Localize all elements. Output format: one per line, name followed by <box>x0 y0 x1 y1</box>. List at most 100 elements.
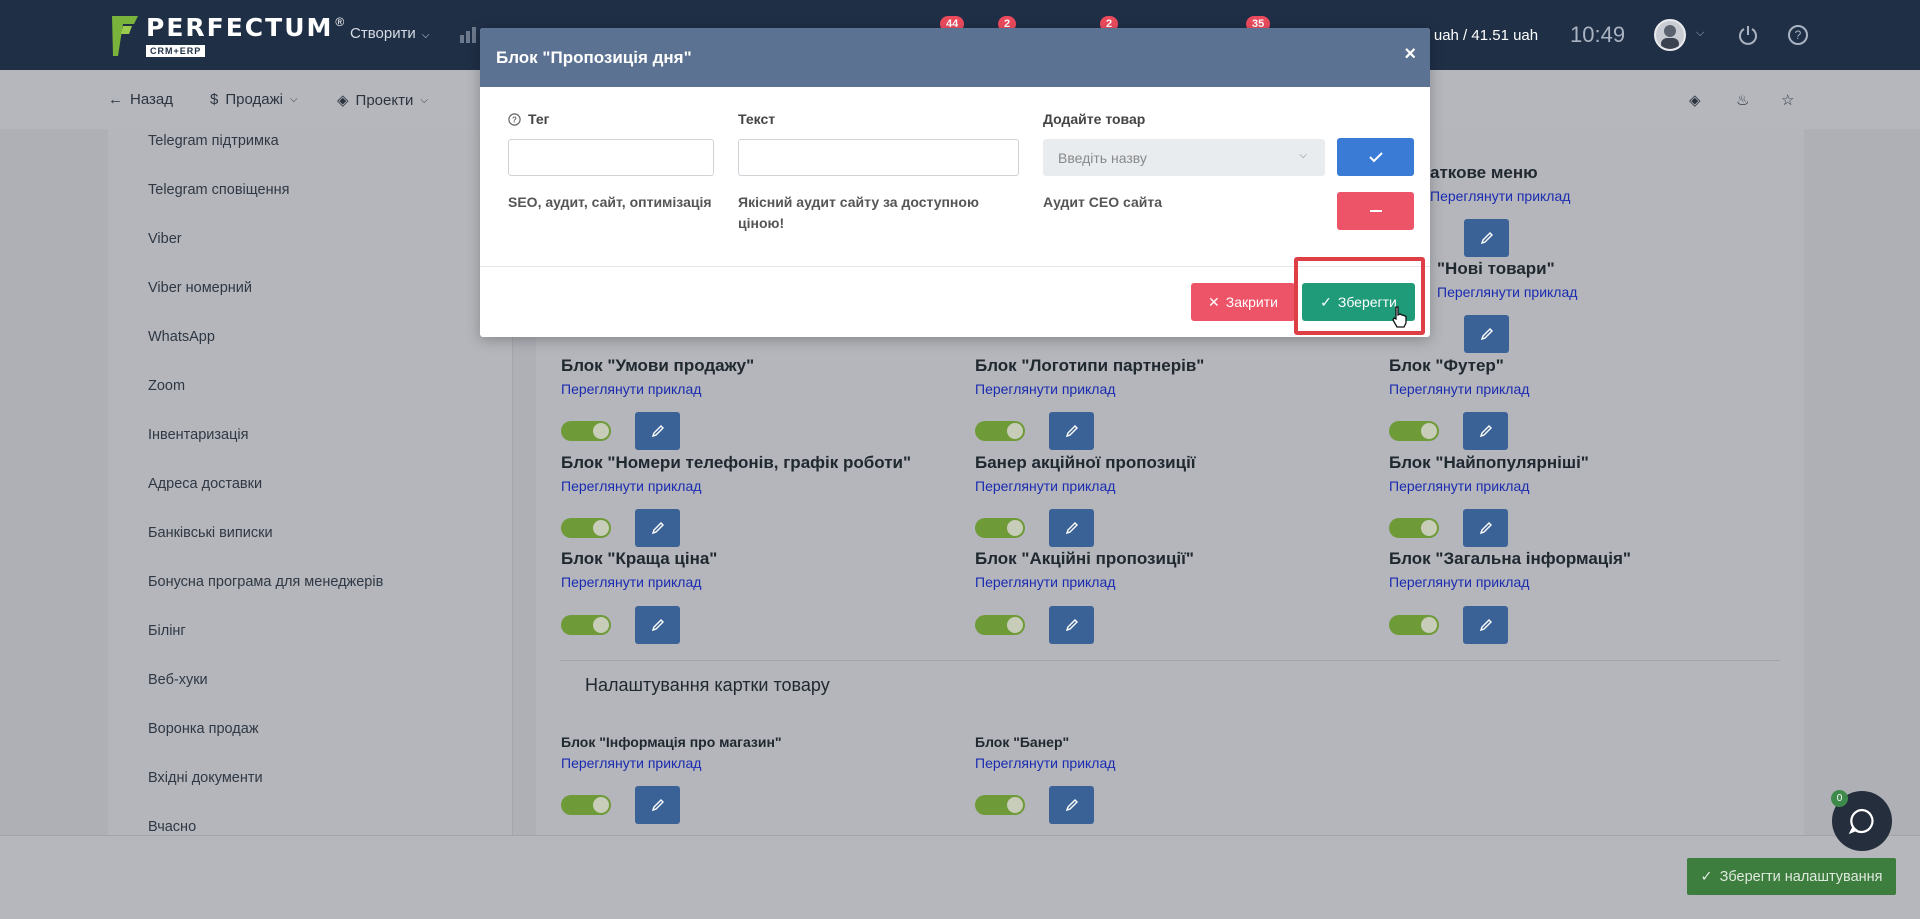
edit-button[interactable] <box>635 412 680 450</box>
edit-button[interactable] <box>635 606 680 644</box>
toggle-switch[interactable] <box>561 615 611 635</box>
block-phones-schedule: Блок "Номери телефонів, графік роботи" П… <box>561 453 911 494</box>
block-promo-offers: Блок "Акційні пропозиції" Переглянути пр… <box>975 549 1194 590</box>
modal-title: Блок "Пропозиція дня" <box>496 47 692 67</box>
view-example-link[interactable]: Переглянути приклад <box>561 755 782 771</box>
bar-chart-icon[interactable] <box>460 27 482 46</box>
sidebar-item-inventory[interactable]: Інвентаризація <box>148 427 248 443</box>
arrow-left-icon: ← <box>108 91 123 108</box>
view-example-link[interactable]: Переглянути приклад <box>1389 381 1529 397</box>
edit-button[interactable] <box>635 786 680 824</box>
sidebar-item-bank-statements[interactable]: Банківські виписки <box>148 525 273 541</box>
view-example-link[interactable]: Переглянути приклад <box>1430 188 1570 204</box>
toggle-switch[interactable] <box>1389 615 1439 635</box>
sidebar-item-delivery-address[interactable]: Адреса доставки <box>148 476 262 492</box>
close-button-label: Закрити <box>1225 294 1278 310</box>
sidebar-item-telegram-notifications[interactable]: Telegram сповіщення <box>148 182 289 198</box>
toggle-switch[interactable] <box>975 518 1025 538</box>
toggle-switch[interactable] <box>1389 421 1439 441</box>
toggle-switch[interactable] <box>561 518 611 538</box>
edit-button[interactable] <box>1049 786 1094 824</box>
create-dropdown[interactable]: Створити ⌵ <box>350 25 429 42</box>
back-button[interactable]: ← Назад <box>108 91 173 108</box>
sidebar-item-incoming-docs[interactable]: Вхідні документи <box>148 770 263 786</box>
close-icon[interactable]: × <box>1404 43 1416 66</box>
sidebar-item-bonus-program[interactable]: Бонусна програма для менеджерів <box>148 574 383 590</box>
view-example-link[interactable]: Переглянути приклад <box>1389 478 1589 494</box>
block-controls <box>1389 412 1508 450</box>
chevron-down-icon: ⌵ <box>1299 150 1307 161</box>
block-sales-terms: Блок "Умови продажу" Переглянути приклад <box>561 356 754 397</box>
toggle-switch[interactable] <box>975 615 1025 635</box>
help-icon[interactable]: ? <box>1787 24 1809 49</box>
view-example-link[interactable]: Переглянути приклад <box>561 381 754 397</box>
view-example-link[interactable]: Переглянути приклад <box>975 755 1115 771</box>
toggle-switch[interactable] <box>1389 518 1439 538</box>
sidebar-item-sales-funnel[interactable]: Воронка продаж <box>148 721 259 737</box>
svg-text:?: ? <box>512 115 517 124</box>
block-title: Блок "Футер" <box>1389 356 1504 375</box>
view-example-link[interactable]: Переглянути приклад <box>975 574 1194 590</box>
logo-mark-icon <box>110 14 140 58</box>
star-icon[interactable]: ☆ <box>1781 91 1794 109</box>
back-label: Назад <box>130 91 173 108</box>
view-example-link[interactable]: Переглянути приклад <box>975 381 1204 397</box>
fire-icon[interactable]: ♨ <box>1736 91 1749 109</box>
tag-input[interactable] <box>508 139 714 176</box>
save-settings-button[interactable]: ✓ Зберегти налаштування <box>1687 858 1896 895</box>
user-avatar[interactable] <box>1654 19 1686 51</box>
toggle-switch[interactable] <box>561 795 611 815</box>
edit-button[interactable] <box>1463 509 1508 547</box>
sidebar-item-zoom[interactable]: Zoom <box>148 378 185 394</box>
edit-button[interactable] <box>635 509 680 547</box>
block-title: аткове меню <box>1430 163 1538 182</box>
block-title: Блок "Номери телефонів, графік роботи" <box>561 453 912 472</box>
chevron-down-icon[interactable]: ⌵ <box>1696 27 1704 40</box>
sidebar-item-whatsapp[interactable]: WhatsApp <box>148 329 215 345</box>
help-circle-icon[interactable]: ? <box>508 112 521 126</box>
close-button[interactable]: ✕ Закрити <box>1191 283 1295 321</box>
block-title: Блок "Краща ціна" <box>561 549 718 568</box>
chevron-down-icon: ⌵ <box>420 94 428 106</box>
sidebar-item-vchasno[interactable]: Вчасно <box>148 819 196 835</box>
edit-button[interactable] <box>1463 606 1508 644</box>
sales-menu[interactable]: $ Продажі ⌵ <box>210 91 298 108</box>
view-example-link[interactable]: Переглянути приклад <box>561 574 717 590</box>
block-title: "Нові товари" <box>1437 259 1555 278</box>
edit-button[interactable] <box>1049 606 1094 644</box>
product-select[interactable]: Введіть назву ⌵ <box>1043 139 1325 176</box>
toggle-switch[interactable] <box>561 421 611 441</box>
edit-button[interactable] <box>1049 509 1094 547</box>
edit-button[interactable] <box>1049 412 1094 450</box>
view-example-link[interactable]: Переглянути приклад <box>1437 284 1577 300</box>
remove-row-button[interactable] <box>1337 192 1414 230</box>
edit-button[interactable] <box>1463 412 1508 450</box>
logo[interactable]: PERFECTUM ® CRM+ERP <box>110 14 344 58</box>
view-example-link[interactable]: Переглянути приклад <box>975 478 1196 494</box>
row-tag-value: SEO, аудит, сайт, оптимізація <box>508 194 712 210</box>
row-product-value: Аудит СЕО сайта <box>1043 194 1163 210</box>
sidebar-item-telegram-support[interactable]: Telegram підтримка <box>148 133 279 149</box>
chevron-down-icon: ⌵ <box>289 94 298 105</box>
block-title: Блок "Умови продажу" <box>561 356 755 375</box>
projects-menu[interactable]: ◈ Проекти ⌵ <box>337 91 428 110</box>
balance-display: 51 uah / 41.51 uah <box>1413 27 1539 44</box>
edit-button[interactable] <box>1464 219 1509 257</box>
edit-button[interactable] <box>1464 315 1509 353</box>
power-icon[interactable] <box>1737 24 1759 49</box>
minus-icon <box>1369 210 1382 212</box>
sidebar-item-viber-number[interactable]: Viber номерний <box>148 280 252 296</box>
sidebar-item-viber[interactable]: Viber <box>148 231 182 247</box>
sidebar-item-webhooks[interactable]: Веб-хуки <box>148 672 208 688</box>
view-example-link[interactable]: Переглянути приклад <box>1389 574 1631 590</box>
layers-icon[interactable]: ◈ <box>1689 91 1701 109</box>
sidebar-item-billing[interactable]: Білінг <box>148 623 186 639</box>
chat-badge: 0 <box>1831 790 1848 807</box>
add-row-button[interactable] <box>1337 138 1414 176</box>
block-controls <box>1389 606 1508 644</box>
logo-registered: ® <box>335 15 345 29</box>
toggle-switch[interactable] <box>975 421 1025 441</box>
text-input[interactable] <box>738 139 1019 176</box>
view-example-link[interactable]: Переглянути приклад <box>561 478 911 494</box>
toggle-switch[interactable] <box>975 795 1025 815</box>
